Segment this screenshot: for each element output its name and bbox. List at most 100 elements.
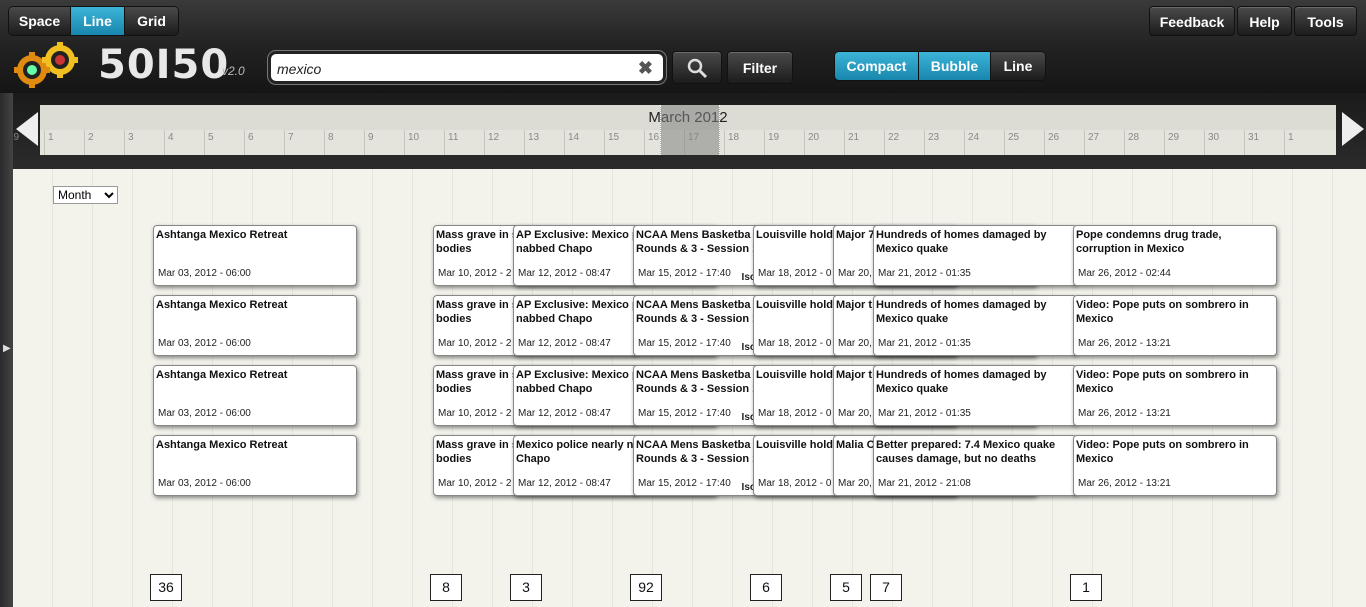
story-count-box[interactable]: 8 <box>430 574 462 601</box>
timeline-day-tick[interactable]: 28 <box>1124 130 1164 155</box>
timeline-day-tick[interactable]: 4 <box>164 130 204 155</box>
story-card-date: Mar 18, 2012 - 0 <box>758 338 832 349</box>
story-card-title: Video: Pope puts on sombrero in Mexico <box>1076 369 1249 395</box>
story-card[interactable]: Ashtanga Mexico Retreat Mar 03, 2012 - 06… <box>153 365 357 426</box>
timeline-day-tick[interactable]: 31 <box>1244 130 1284 155</box>
story-card-date: Mar 15, 2012 - 17:40 <box>638 408 731 419</box>
story-card-date: Mar 20, <box>838 408 872 419</box>
timeline-day-tick[interactable]: 21 <box>844 130 884 155</box>
timeline-day-tick[interactable]: 5 <box>204 130 244 155</box>
story-card-date: Mar 12, 2012 - 08:47 <box>518 268 611 279</box>
view-mode-space-button[interactable]: Space <box>9 7 71 35</box>
timeline-day-tick[interactable]: 11 <box>444 130 484 155</box>
timeline-selection-window[interactable] <box>660 105 720 155</box>
story-card-date: Mar 15, 2012 - 17:40 <box>638 478 731 489</box>
story-card[interactable]: Video: Pope puts on sombrero in Mexico Ma… <box>1073 365 1277 426</box>
story-card[interactable]: Video: Pope puts on sombrero in Mexico Ma… <box>1073 435 1277 496</box>
timeline-day-tick[interactable]: 6 <box>244 130 284 155</box>
story-card-date: Mar 12, 2012 - 08:47 <box>518 338 611 349</box>
search-button[interactable] <box>672 51 722 84</box>
tools-button[interactable]: Tools <box>1294 6 1357 36</box>
timeline-day-tick[interactable]: 20 <box>804 130 844 155</box>
story-card-date: Mar 15, 2012 - 17:40 <box>638 268 731 279</box>
story-card[interactable]: Ashtanga Mexico Retreat Mar 03, 2012 - 06… <box>153 225 357 286</box>
story-card-date: Mar 15, 2012 - 17:40 <box>638 338 731 349</box>
story-card[interactable]: Hundreds of homes damaged by Mexico quak… <box>873 225 1077 286</box>
layout-line-button[interactable]: Line <box>991 52 1045 80</box>
timeline-day-tick[interactable]: 27 <box>1084 130 1124 155</box>
story-count-box[interactable]: 3 <box>510 574 542 601</box>
timeline-day-tick[interactable]: 14 <box>564 130 604 155</box>
timeline-day-tick[interactable]: 25 <box>1004 130 1044 155</box>
story-card[interactable]: Hundreds of homes damaged by Mexico quak… <box>873 295 1077 356</box>
story-card-date: Mar 12, 2012 - 08:47 <box>518 408 611 419</box>
view-mode-grid-button[interactable]: Grid <box>125 7 178 35</box>
filter-button[interactable]: Filter <box>727 51 793 84</box>
story-card[interactable]: Video: Pope puts on sombrero in Mexico Ma… <box>1073 295 1277 356</box>
timeline-next-arrow-icon[interactable] <box>1342 112 1364 146</box>
story-count-box[interactable]: 6 <box>750 574 782 601</box>
timeline-day-tick[interactable]: 8 <box>324 130 364 155</box>
timeline-day-tick[interactable]: 9 <box>364 130 404 155</box>
help-button[interactable]: Help <box>1237 6 1292 36</box>
story-card-date: Mar 03, 2012 - 06:00 <box>158 268 251 279</box>
view-mode-line-button[interactable]: Line <box>71 7 125 35</box>
range-select[interactable]: Month <box>53 186 118 204</box>
timeline-day-tick[interactable]: 18 <box>724 130 764 155</box>
timeline-day-tick[interactable]: 12 <box>484 130 524 155</box>
search-input[interactable] <box>277 58 627 80</box>
timeline-day-tick[interactable]: 1 <box>1284 130 1324 155</box>
search-box: ✖ <box>268 51 666 84</box>
side-panel-toggle-rail[interactable]: ▶ <box>0 93 13 607</box>
story-card-title: Hundreds of homes damaged by Mexico quak… <box>876 299 1047 325</box>
story-card-date: Mar 12, 2012 - 08:47 <box>518 478 611 489</box>
story-card-title: Ashtanga Mexico Retreat <box>156 439 288 451</box>
timeline-day-tick[interactable]: 10 <box>404 130 444 155</box>
gears-logo-icon <box>14 42 78 88</box>
layout-compact-button[interactable]: Compact <box>835 52 919 80</box>
story-card-date: Mar 18, 2012 - 0 <box>758 478 832 489</box>
story-count-box[interactable]: 5 <box>830 574 862 601</box>
story-card-date: Mar 20, <box>838 268 872 279</box>
timeline-day-tick[interactable]: 22 <box>884 130 924 155</box>
story-card-title: Ashtanga Mexico Retreat <box>156 229 288 241</box>
timeline-day-tick[interactable]: 26 <box>1044 130 1084 155</box>
story-count-box[interactable]: 1 <box>1070 574 1102 601</box>
story-count-box[interactable]: 92 <box>630 574 662 601</box>
timeline-day-tick[interactable]: 1 <box>44 130 84 155</box>
chevron-right-icon[interactable]: ▶ <box>3 343 11 363</box>
story-card-date: Mar 03, 2012 - 06:00 <box>158 338 251 349</box>
timeline-day-tick[interactable]: 30 <box>1204 130 1244 155</box>
timeline-prev-arrow-icon[interactable] <box>16 112 38 146</box>
close-icon[interactable]: ✖ <box>638 57 653 79</box>
timeline-day-tick[interactable]: 15 <box>604 130 644 155</box>
story-card[interactable]: Better prepared: 7.4 Mexico quake causes… <box>873 435 1077 496</box>
timeline-day-tick[interactable]: 23 <box>924 130 964 155</box>
app-version: v2.0 <box>222 64 245 78</box>
timeline-day-tick[interactable]: 13 <box>524 130 564 155</box>
story-card-date: Mar 20, <box>838 338 872 349</box>
story-card[interactable]: Pope condemns drug trade, corruption in … <box>1073 225 1277 286</box>
story-card-date: Mar 10, 2012 - 2 <box>438 478 512 489</box>
story-card-date: Mar 20, <box>838 478 872 489</box>
timeline-day-tick[interactable]: 3 <box>124 130 164 155</box>
story-card-date: Mar 21, 2012 - 21:08 <box>878 478 971 489</box>
story-card[interactable]: Ashtanga Mexico Retreat Mar 03, 2012 - 06… <box>153 435 357 496</box>
timeline-strip[interactable]: March 2012 29123456789101112131415161718… <box>4 105 1336 155</box>
layout-bubble-button[interactable]: Bubble <box>919 52 991 80</box>
story-card[interactable]: Hundreds of homes damaged by Mexico quak… <box>873 365 1077 426</box>
timeline-day-tick[interactable]: 7 <box>284 130 324 155</box>
story-count-box[interactable]: 7 <box>870 574 902 601</box>
story-count-box[interactable]: 36 <box>150 574 182 601</box>
timeline-day-tick[interactable]: 24 <box>964 130 1004 155</box>
timeline-day-tick[interactable]: 29 <box>1164 130 1204 155</box>
story-card[interactable]: Ashtanga Mexico Retreat Mar 03, 2012 - 06… <box>153 295 357 356</box>
feedback-button[interactable]: Feedback <box>1149 6 1235 36</box>
story-card-title: Hundreds of homes damaged by Mexico quak… <box>876 369 1047 395</box>
story-card-date: Mar 26, 2012 - 13:21 <box>1078 478 1171 489</box>
story-card-title: Hundreds of homes damaged by Mexico quak… <box>876 229 1047 255</box>
layout-mode-switch: Compact Bubble Line <box>834 51 1046 81</box>
timeline-day-tick[interactable]: 2 <box>84 130 124 155</box>
story-card-date: Mar 21, 2012 - 01:35 <box>878 338 971 349</box>
timeline-day-tick[interactable]: 19 <box>764 130 804 155</box>
